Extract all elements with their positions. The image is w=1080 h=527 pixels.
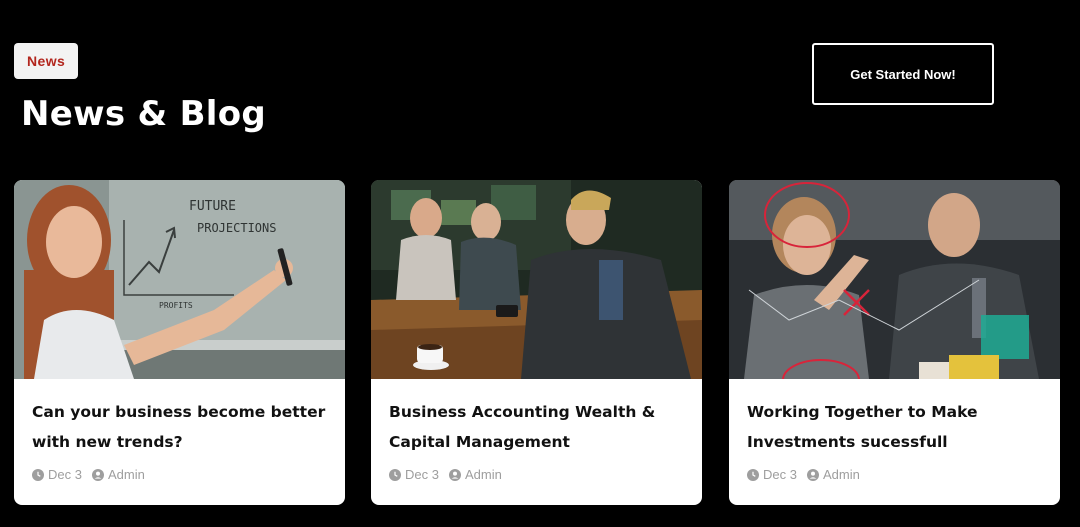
user-icon [91, 468, 104, 481]
clock-icon [389, 468, 401, 481]
user-icon [806, 468, 819, 481]
clock-icon [747, 468, 759, 481]
post-date: Dec 3 [405, 467, 439, 482]
post-title[interactable]: Business Accounting Wealth & Capital Man… [389, 397, 689, 457]
post-date: Dec 3 [763, 467, 797, 482]
section-eyebrow-badge: News [14, 43, 79, 79]
post-meta: Dec 3 Admin [32, 467, 145, 482]
post-image-glass-board [729, 180, 1060, 379]
user-icon [448, 468, 461, 481]
post-author[interactable]: Admin [823, 467, 860, 482]
post-author[interactable]: Admin [108, 467, 145, 482]
blog-card[interactable]: Business Accounting Wealth & Capital Man… [371, 180, 702, 505]
post-meta: Dec 3 Admin [747, 467, 860, 482]
get-started-button[interactable]: Get Started Now! [812, 43, 994, 105]
post-title[interactable]: Working Together to Make Investments suc… [747, 397, 1047, 457]
post-author[interactable]: Admin [465, 467, 502, 482]
clock-icon [32, 468, 44, 481]
blog-card[interactable]: Working Together to Make Investments suc… [729, 180, 1060, 505]
whiteboard-text-projections: PROJECTIONS [197, 221, 276, 235]
page-title: News & Blog [21, 94, 267, 134]
whiteboard-text-future: FUTURE [189, 199, 236, 214]
post-title[interactable]: Can your business become better with new… [32, 397, 332, 457]
blog-card[interactable]: FUTURE PROJECTIONS PROFITS Can your busi… [14, 180, 345, 505]
post-meta: Dec 3 Admin [389, 467, 502, 482]
whiteboard-text-profits: PROFITS [159, 301, 193, 310]
post-image-whiteboard: FUTURE PROJECTIONS PROFITS [14, 180, 345, 379]
post-image-meeting [371, 180, 702, 379]
post-date: Dec 3 [48, 467, 82, 482]
